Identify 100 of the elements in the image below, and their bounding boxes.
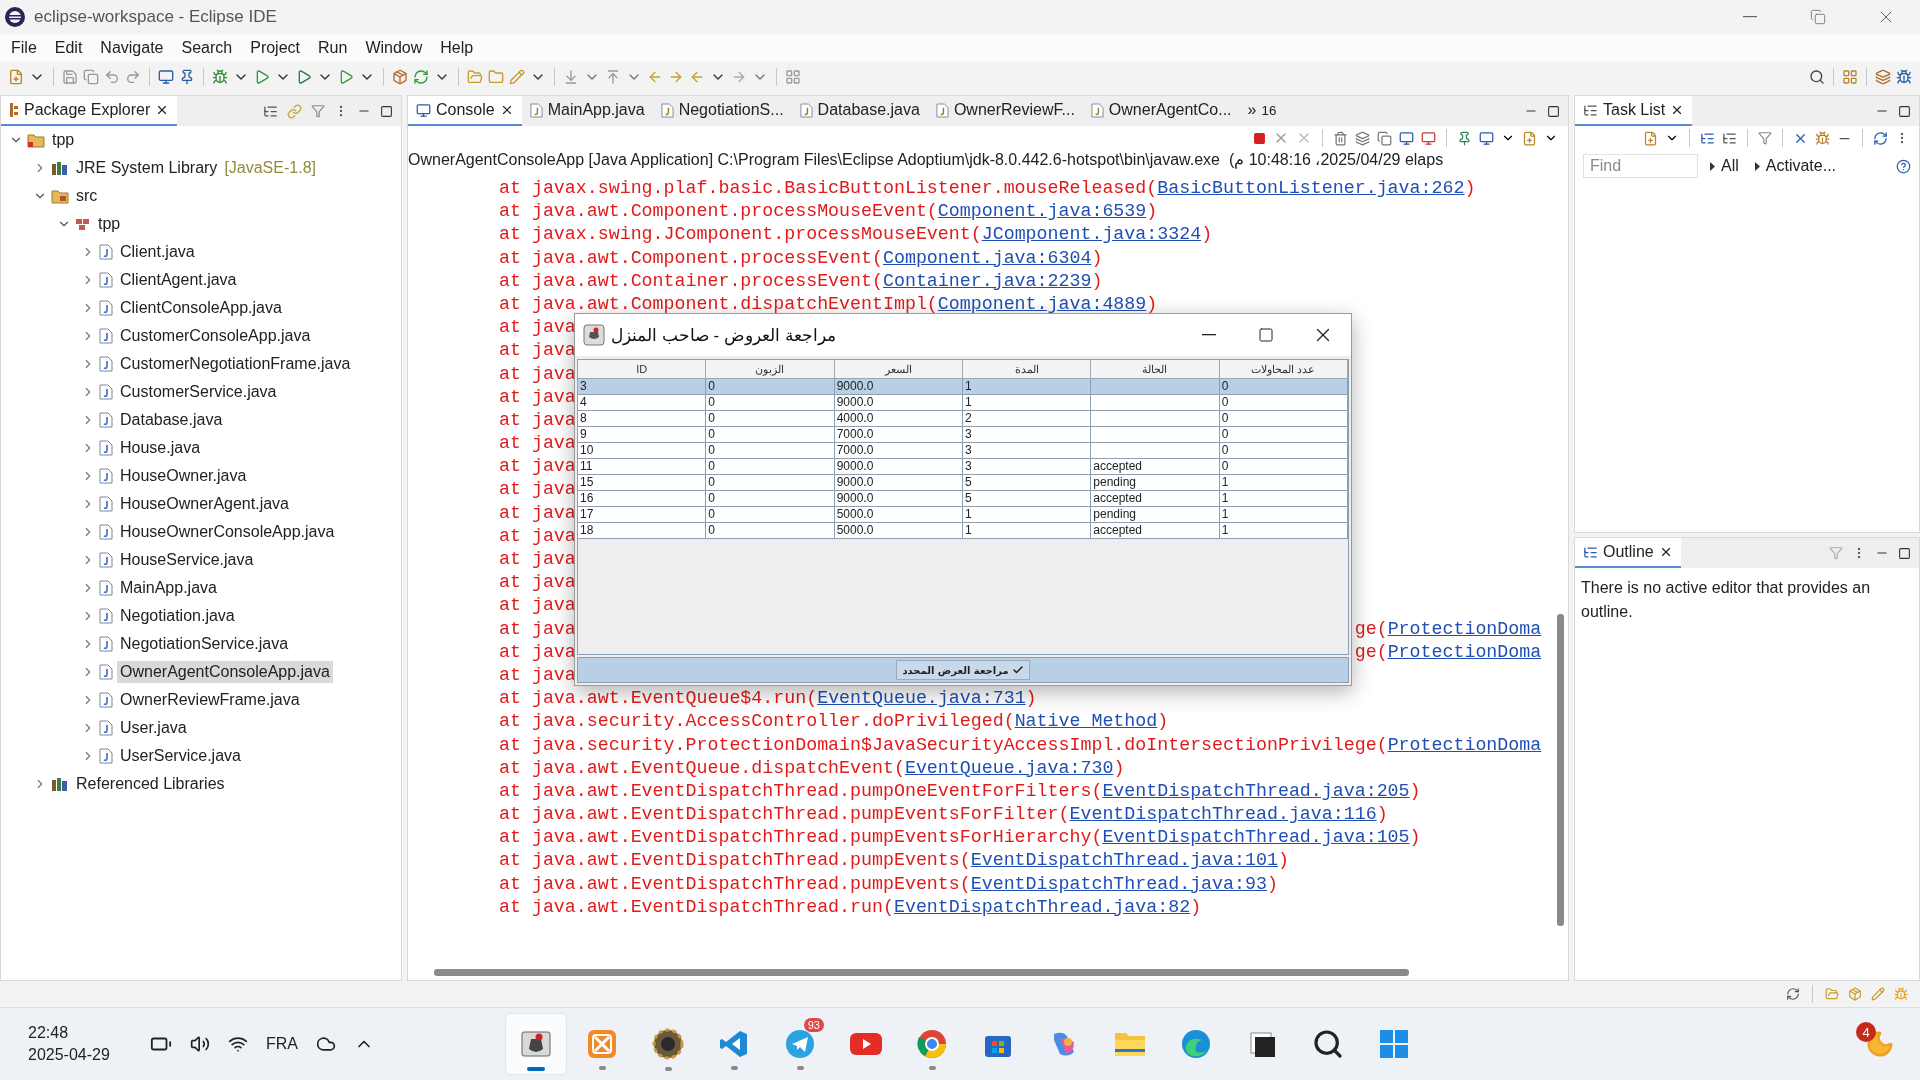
tree-item[interactable]: UserService.java bbox=[117, 745, 244, 767]
wifi-icon[interactable] bbox=[228, 1034, 248, 1054]
editor-tab[interactable]: Database.java bbox=[791, 96, 928, 126]
pencil-icon[interactable] bbox=[1871, 987, 1885, 1001]
tree-item[interactable]: HouseOwnerConsoleApp.java bbox=[117, 521, 338, 543]
source-link[interactable]: EventDispatchThread.java:116 bbox=[1069, 804, 1377, 825]
clear-icon[interactable] bbox=[1333, 130, 1348, 146]
run-icon[interactable] bbox=[254, 69, 270, 85]
editor-tab[interactable]: Console bbox=[408, 96, 522, 126]
menu-item[interactable]: Edit bbox=[45, 35, 92, 61]
source-link[interactable]: EventDispatchThread.java:82 bbox=[893, 896, 1191, 917]
taskbar-app[interactable] bbox=[505, 1013, 567, 1075]
editor-tab[interactable]: NegotiationS... bbox=[652, 96, 792, 126]
scrollbar-thumb[interactable] bbox=[1556, 614, 1564, 926]
table-row[interactable]: 16 0 9000.0 5 accepted 1 bbox=[578, 491, 1348, 507]
layout-icon[interactable] bbox=[1842, 69, 1858, 85]
source-link[interactable]: EventDispatchThread.java:93 bbox=[970, 873, 1267, 894]
cloud-icon[interactable] bbox=[316, 1034, 336, 1054]
layers-icon[interactable] bbox=[1875, 69, 1891, 85]
table-row[interactable]: 4 0 9000.0 1 0 bbox=[578, 395, 1348, 411]
tree-item[interactable]: House.java bbox=[117, 437, 204, 459]
pencil-icon[interactable] bbox=[509, 69, 525, 85]
new-file-icon[interactable] bbox=[8, 69, 24, 85]
menu-item[interactable]: Run bbox=[309, 35, 357, 61]
save-icon[interactable] bbox=[62, 69, 78, 85]
source-link[interactable]: EventDispatchThread.java:101 bbox=[970, 850, 1278, 871]
source-link[interactable]: Native Method bbox=[1014, 711, 1158, 732]
activate-link[interactable]: Activate... bbox=[1750, 157, 1841, 175]
tree-item[interactable]: Database.java bbox=[117, 409, 226, 431]
volume-icon[interactable] bbox=[190, 1034, 210, 1054]
link-icon[interactable] bbox=[287, 103, 302, 119]
folder-icon[interactable] bbox=[467, 69, 483, 85]
table-row[interactable]: 17 0 5000.0 1 pending 1 bbox=[578, 507, 1348, 523]
sync-icon[interactable] bbox=[1786, 987, 1800, 1001]
table-row[interactable]: 3 0 9000.0 1 0 bbox=[578, 379, 1348, 395]
review-button[interactable]: مراجعة العرض المحدد bbox=[896, 660, 1030, 680]
source-link[interactable]: EventQueue.java:730 bbox=[904, 757, 1114, 778]
table-row[interactable]: 10 0 7000.0 3 0 bbox=[578, 443, 1348, 459]
tree-item[interactable]: ClientConsoleApp.java bbox=[117, 297, 285, 319]
tree-item[interactable]: src bbox=[73, 185, 101, 207]
tree-item[interactable]: CustomerService.java bbox=[117, 381, 280, 403]
new-task-icon[interactable] bbox=[1643, 130, 1658, 146]
tree-item[interactable]: HouseOwnerAgent.java bbox=[117, 493, 292, 515]
source-link[interactable]: BasicButtonListener.java:262 bbox=[1157, 178, 1465, 198]
new-console-icon[interactable] bbox=[1522, 130, 1537, 146]
menu-item[interactable]: Search bbox=[172, 35, 242, 61]
show-error-icon[interactable] bbox=[1421, 130, 1436, 146]
tree-item[interactable]: MainApp.java bbox=[117, 577, 220, 599]
help-icon[interactable] bbox=[1896, 158, 1911, 174]
pin-icon[interactable] bbox=[179, 69, 195, 85]
arrow-down-icon[interactable] bbox=[563, 69, 579, 85]
panel-tab[interactable]: Task List bbox=[1575, 96, 1693, 126]
input-language[interactable]: FRA bbox=[266, 1035, 298, 1053]
table-row[interactable]: 8 0 4000.0 2 0 bbox=[578, 411, 1348, 427]
tree-item[interactable]: User.java bbox=[117, 717, 190, 739]
menu-item[interactable]: File bbox=[2, 35, 46, 61]
search-icon[interactable] bbox=[1809, 69, 1825, 85]
menu-item[interactable]: Project bbox=[241, 35, 309, 61]
table-row[interactable]: 9 0 7000.0 3 0 bbox=[578, 427, 1348, 443]
source-link[interactable]: ProtectionDoma bbox=[1387, 641, 1542, 662]
find-field[interactable]: Find bbox=[1583, 154, 1698, 178]
panel-tab[interactable]: Package Explorer bbox=[1, 96, 178, 126]
tree-item[interactable]: ClientAgent.java bbox=[117, 269, 240, 291]
tree-item[interactable]: Client.java bbox=[117, 241, 198, 263]
redo-icon[interactable] bbox=[125, 69, 141, 85]
folder-icon[interactable] bbox=[488, 69, 504, 85]
source-link[interactable]: EventDispatchThread.java:105 bbox=[1102, 827, 1410, 848]
editor-tab[interactable]: OwnerAgentCo... bbox=[1082, 96, 1240, 126]
tree-item[interactable]: CustomerNegotiationFrame.java bbox=[117, 353, 354, 375]
clock-date[interactable]: 2025-04-29 bbox=[28, 1046, 132, 1064]
undo-icon[interactable] bbox=[104, 69, 120, 85]
taskbar-app[interactable]: 93 bbox=[769, 1013, 831, 1075]
arrow-up-icon[interactable] bbox=[605, 69, 621, 85]
package-icon[interactable] bbox=[1848, 987, 1862, 1001]
editor-tab[interactable]: OwnerReviewF... bbox=[927, 96, 1083, 126]
source-link[interactable]: Component.java:6304 bbox=[882, 247, 1092, 268]
terminate-icon[interactable] bbox=[1253, 131, 1266, 145]
scrollbar-thumb[interactable] bbox=[434, 968, 1409, 976]
layout-icon[interactable] bbox=[785, 69, 801, 85]
package-icon[interactable] bbox=[392, 69, 408, 85]
table-row[interactable]: 15 0 9000.0 5 pending 1 bbox=[578, 475, 1348, 491]
maximize-icon[interactable] bbox=[1898, 546, 1911, 560]
tree-item[interactable]: Negotiation.java bbox=[117, 605, 238, 627]
source-link[interactable]: ProtectionDoma bbox=[1387, 734, 1542, 755]
maximize-icon[interactable] bbox=[380, 104, 393, 118]
run-icon[interactable] bbox=[338, 69, 354, 85]
editor-tab[interactable]: MainApp.java bbox=[521, 96, 653, 126]
folder-icon[interactable] bbox=[1825, 987, 1839, 1001]
table-row[interactable]: 11 0 9000.0 3 accepted 0 bbox=[578, 459, 1348, 475]
tree-item[interactable]: HouseOwner.java bbox=[117, 465, 250, 487]
tree-item[interactable]: Referenced Libraries bbox=[73, 773, 228, 795]
refresh-icon[interactable] bbox=[413, 69, 429, 85]
filter-icon[interactable] bbox=[311, 104, 325, 118]
maximize-icon[interactable] bbox=[1547, 104, 1560, 118]
menu-item[interactable]: Help bbox=[431, 35, 483, 61]
monitor-icon[interactable] bbox=[158, 69, 174, 85]
filter-all-link[interactable]: All bbox=[1706, 157, 1743, 175]
menu-item[interactable]: Window bbox=[356, 35, 432, 61]
maximize-icon[interactable] bbox=[1898, 104, 1911, 118]
tree-item[interactable]: HouseService.java bbox=[117, 549, 257, 571]
